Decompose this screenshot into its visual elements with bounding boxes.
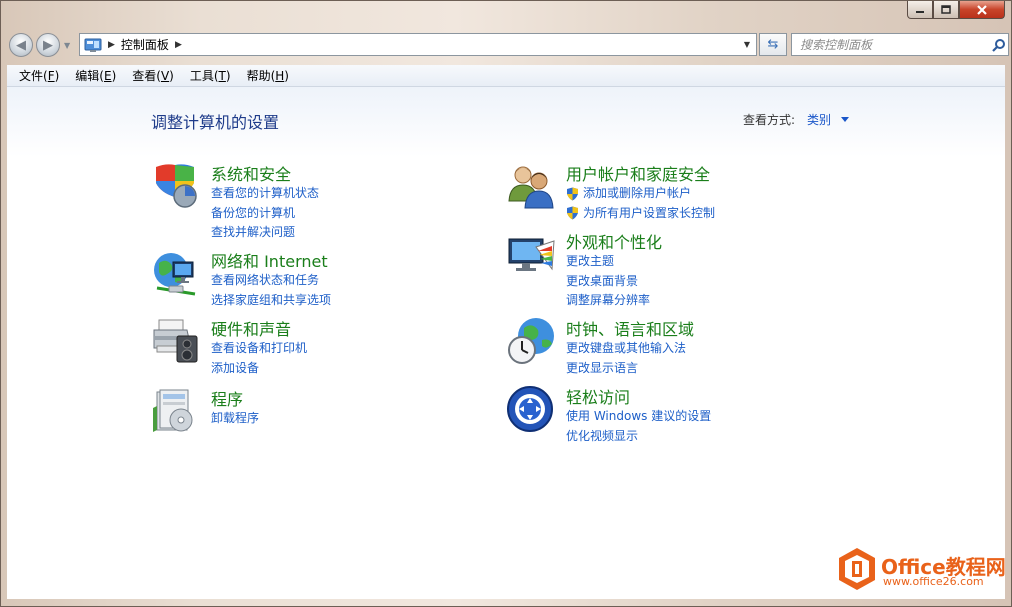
category-links: 添加或删除用户帐户 为所有用户设置家长控制 bbox=[566, 184, 715, 223]
category-title[interactable]: 硬件和声音 bbox=[211, 316, 291, 340]
category-title[interactable]: 时钟、语言和区域 bbox=[566, 316, 694, 340]
category-ease-of-access: 轻松访问 使用 Windows 建议的设置 优化视频显示 bbox=[506, 384, 836, 454]
clock-language-region-icon[interactable] bbox=[506, 316, 556, 366]
close-button[interactable] bbox=[959, 1, 1005, 19]
address-bar[interactable]: ▶ 控制面板 ▶ ▼ bbox=[79, 33, 757, 56]
task-link[interactable]: 查看设备和打印机 bbox=[211, 339, 307, 359]
system-security-icon[interactable] bbox=[151, 161, 201, 211]
category-title[interactable]: 网络和 Internet bbox=[211, 248, 328, 272]
category-network-internet: 网络和 Internet 查看网络状态和任务 选择家庭组和共享选项 bbox=[151, 248, 481, 318]
task-link[interactable]: 更改键盘或其他输入法 bbox=[566, 339, 686, 359]
category-title[interactable]: 外观和个性化 bbox=[566, 229, 662, 253]
ease-of-access-icon[interactable] bbox=[506, 384, 556, 434]
category-links: 使用 Windows 建议的设置 优化视频显示 bbox=[566, 407, 711, 446]
category-links: 查看设备和打印机 添加设备 bbox=[211, 339, 307, 378]
breadcrumb-control-panel[interactable]: 控制面板 bbox=[121, 36, 169, 53]
menu-file[interactable]: 文件(F) bbox=[11, 67, 67, 84]
content-pane: 调整计算机的设置 查看方式: 类别 系统和安全 查看您的计算机状态 备份您的计算… bbox=[7, 87, 1006, 599]
category-links: 查看网络状态和任务 选择家庭组和共享选项 bbox=[211, 271, 331, 310]
task-link[interactable]: 查看您的计算机状态 bbox=[211, 184, 319, 204]
chevron-down-icon bbox=[841, 117, 850, 122]
uac-shield-icon bbox=[567, 187, 578, 201]
category-title[interactable]: 系统和安全 bbox=[211, 161, 291, 185]
category-hardware-sound: 硬件和声音 查看设备和打印机 添加设备 bbox=[151, 316, 481, 386]
search-icon[interactable] bbox=[992, 38, 1006, 52]
category-title[interactable]: 用户帐户和家庭安全 bbox=[566, 161, 710, 185]
menu-help[interactable]: 帮助(H) bbox=[239, 67, 297, 84]
control-panel-icon bbox=[84, 38, 102, 52]
category-links: 更改主题 更改桌面背景 调整屏幕分辨率 bbox=[566, 252, 650, 311]
view-mode-value: 类别 bbox=[807, 113, 832, 127]
search-box[interactable] bbox=[791, 33, 1009, 56]
task-link[interactable]: 为所有用户设置家长控制 bbox=[566, 204, 715, 224]
navigation-bar: ◀ ▶ ▼ ▶ 控制面板 ▶ ▼ ⇆ bbox=[7, 31, 1009, 59]
appearance-icon[interactable] bbox=[506, 229, 556, 279]
uac-shield-icon bbox=[567, 206, 578, 220]
office-logo-icon bbox=[839, 548, 875, 590]
menu-edit[interactable]: 编辑(E) bbox=[67, 67, 124, 84]
category-user-accounts: 用户帐户和家庭安全 添加或删除用户帐户 为所有用户设置家长控制 bbox=[506, 161, 836, 231]
view-by-label: 查看方式: bbox=[743, 113, 796, 127]
category-links: 更改键盘或其他输入法 更改显示语言 bbox=[566, 339, 686, 378]
watermark-url: www.office26.com bbox=[883, 575, 984, 588]
task-link[interactable]: 更改显示语言 bbox=[566, 359, 686, 379]
programs-icon[interactable] bbox=[151, 386, 201, 436]
forward-button[interactable]: ▶ bbox=[36, 33, 60, 57]
menu-tools[interactable]: 工具(T) bbox=[182, 67, 239, 84]
task-link[interactable]: 更改桌面背景 bbox=[566, 272, 650, 292]
task-link[interactable]: 更改主题 bbox=[566, 252, 650, 272]
task-link[interactable]: 添加设备 bbox=[211, 359, 307, 379]
recent-pages-dropdown[interactable]: ▼ bbox=[64, 41, 70, 50]
task-link[interactable]: 查看网络状态和任务 bbox=[211, 271, 331, 291]
category-programs: 程序 卸载程序 bbox=[151, 386, 481, 456]
category-links: 查看您的计算机状态 备份您的计算机 查找并解决问题 bbox=[211, 184, 319, 243]
close-icon bbox=[977, 4, 987, 15]
category-clock-language-region: 时钟、语言和区域 更改键盘或其他输入法 更改显示语言 bbox=[506, 316, 836, 386]
back-button[interactable]: ◀ bbox=[9, 33, 33, 57]
refresh-button[interactable]: ⇆ bbox=[759, 33, 787, 56]
page-title: 调整计算机的设置 bbox=[151, 113, 280, 132]
task-link[interactable]: 调整屏幕分辨率 bbox=[566, 291, 650, 311]
minimize-button[interactable] bbox=[907, 1, 933, 19]
task-link[interactable]: 添加或删除用户帐户 bbox=[566, 184, 715, 204]
back-arrow-icon: ◀ bbox=[16, 37, 26, 53]
user-accounts-icon[interactable] bbox=[506, 161, 556, 211]
control-panel-window: ◀ ▶ ▼ ▶ 控制面板 ▶ ▼ ⇆ 搜索控制面板 文件(F) 编辑(E) 查看… bbox=[0, 0, 1012, 607]
hardware-sound-icon[interactable] bbox=[151, 316, 201, 366]
task-link[interactable]: 优化视频显示 bbox=[566, 427, 711, 447]
task-link[interactable]: 卸载程序 bbox=[211, 409, 259, 429]
search-input[interactable] bbox=[798, 36, 986, 53]
task-link[interactable]: 选择家庭组和共享选项 bbox=[211, 291, 331, 311]
category-appearance: 外观和个性化 更改主题 更改桌面背景 调整屏幕分辨率 bbox=[506, 229, 836, 307]
task-link[interactable]: 使用 Windows 建议的设置 bbox=[566, 407, 711, 427]
network-internet-icon[interactable] bbox=[151, 248, 201, 298]
forward-arrow-icon: ▶ bbox=[43, 37, 53, 53]
category-title[interactable]: 轻松访问 bbox=[566, 384, 630, 408]
address-history-dropdown[interactable]: ▼ bbox=[744, 40, 750, 49]
refresh-icon: ⇆ bbox=[767, 37, 779, 52]
menu-bar: 文件(F) 编辑(E) 查看(V) 工具(T) 帮助(H) bbox=[7, 65, 1005, 87]
task-link[interactable]: 备份您的计算机 bbox=[211, 204, 319, 224]
window-caption-buttons bbox=[907, 1, 1005, 21]
maximize-icon bbox=[941, 5, 951, 14]
menu-view[interactable]: 查看(V) bbox=[124, 67, 182, 84]
maximize-button[interactable] bbox=[933, 1, 959, 19]
category-system-security: 系统和安全 查看您的计算机状态 备份您的计算机 查找并解决问题 bbox=[151, 161, 481, 239]
view-mode-dropdown[interactable]: 类别 bbox=[807, 111, 850, 128]
office26-watermark: Office教程网 www.office26.com bbox=[837, 547, 1006, 593]
task-link[interactable]: 查找并解决问题 bbox=[211, 223, 319, 243]
minimize-icon bbox=[916, 10, 924, 13]
category-links: 卸载程序 bbox=[211, 409, 259, 429]
breadcrumb-separator-icon: ▶ bbox=[108, 39, 115, 50]
category-title[interactable]: 程序 bbox=[211, 386, 243, 410]
breadcrumb-chevron-icon[interactable]: ▶ bbox=[175, 40, 182, 50]
